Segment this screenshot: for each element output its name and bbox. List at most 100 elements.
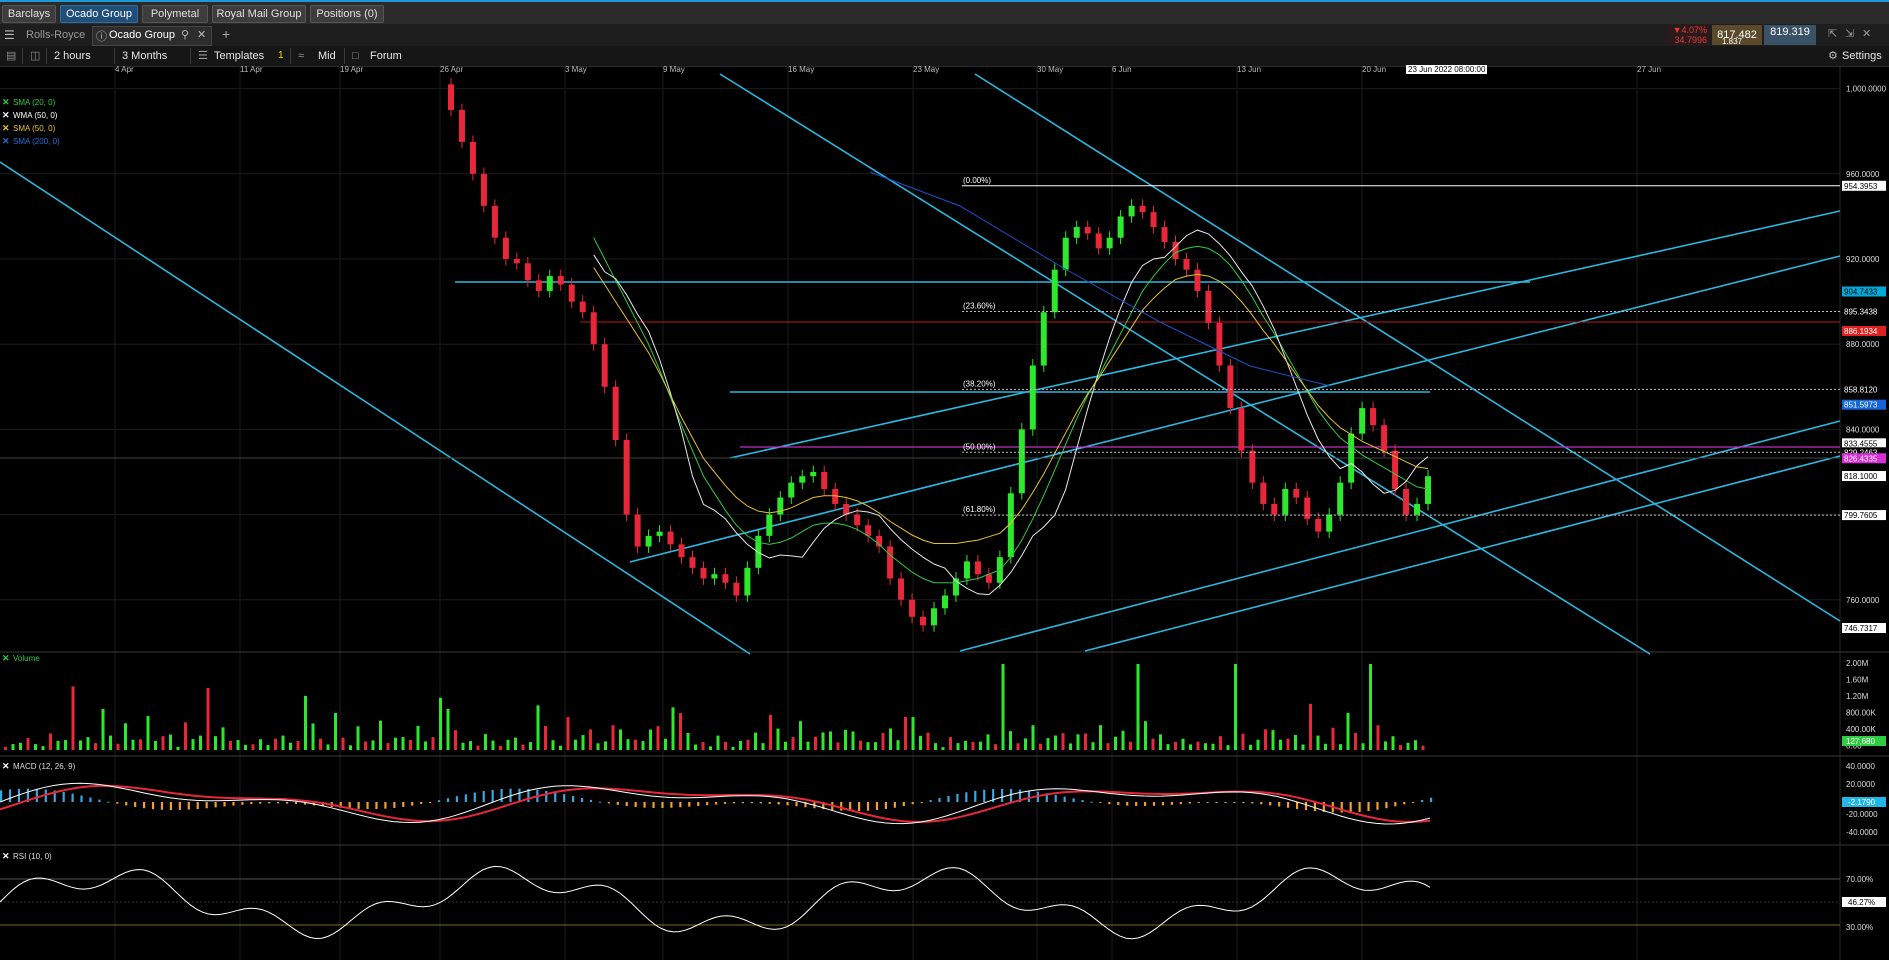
- menu-icon[interactable]: ☰: [4, 28, 15, 42]
- volume-bar: [371, 740, 375, 750]
- volume-bar: [986, 734, 990, 750]
- volume-bar: [1391, 736, 1395, 750]
- candle-body: [909, 599, 916, 617]
- templates-button[interactable]: Templates: [214, 48, 264, 64]
- volume-bar: [424, 741, 427, 750]
- forum-icon[interactable]: □: [352, 48, 359, 64]
- volume-bar: [1264, 729, 1267, 750]
- volume-bar: [1016, 743, 1020, 750]
- settings-button[interactable]: Settings: [1842, 48, 1882, 64]
- close-icon[interactable]: ✕: [2, 653, 10, 664]
- volume-bar: [664, 738, 667, 750]
- search-icon[interactable]: ⚲: [181, 28, 189, 41]
- chart-canvas[interactable]: (0.00%)(23.60%)(38.20%)(50.00%)(61.80%) …: [0, 66, 1889, 960]
- candle-body: [1293, 489, 1300, 498]
- volume-bar: [1196, 741, 1200, 750]
- volume-bar: [791, 737, 795, 750]
- close-icon[interactable]: ✕: [2, 97, 10, 108]
- macd-histogram-bar: [1278, 802, 1281, 807]
- linked-instrument-label[interactable]: Rolls-Royce: [26, 29, 85, 41]
- candle-body: [667, 531, 674, 545]
- candle-body: [1139, 205, 1146, 213]
- instrument-tab-bar: Barclays Ocado Group Polymetal Royal Mai…: [0, 0, 1889, 24]
- macd-histogram-bar: [983, 789, 986, 802]
- window-close-icon[interactable]: ✕: [1862, 27, 1871, 40]
- legend-sma200[interactable]: ✕ SMA (200, 0): [2, 135, 60, 148]
- detach-icon[interactable]: ⇱: [1828, 27, 1837, 40]
- tab-polymetal[interactable]: Polymetal: [142, 5, 208, 23]
- volume-bar: [1189, 744, 1192, 750]
- volume-bar: [1181, 738, 1185, 750]
- tab-positions[interactable]: Positions (0): [310, 5, 384, 23]
- volume-bar: [964, 740, 967, 750]
- close-icon[interactable]: ✕: [2, 110, 10, 121]
- volume-bar: [889, 728, 892, 750]
- macd-histogram-bar: [652, 802, 655, 808]
- price-type-selector[interactable]: Mid: [318, 48, 336, 64]
- tab-ocado-group[interactable]: Ocado Group: [60, 5, 138, 23]
- volume-bar: [799, 721, 802, 750]
- templates-icon[interactable]: ☰: [198, 48, 208, 64]
- volume-bar: [1159, 734, 1162, 750]
- legend-sma20[interactable]: ✕ SMA (20, 0): [2, 96, 60, 109]
- volume-bar: [1294, 735, 1297, 750]
- macd-histogram-bar: [491, 789, 494, 802]
- macd-histogram-bar: [286, 802, 289, 804]
- instrument-selector[interactable]: ⓘ Ocado Group ⚲ ✕: [92, 26, 212, 46]
- candle-body: [491, 205, 498, 238]
- layout-icon[interactable]: ◫: [30, 48, 40, 64]
- volume-bar: [709, 746, 712, 750]
- candle-body: [1205, 290, 1212, 323]
- volume-bar: [949, 737, 952, 750]
- close-icon[interactable]: ✕: [2, 136, 10, 147]
- buy-price-box[interactable]: 819.319: [1764, 25, 1816, 45]
- info-icon[interactable]: ⓘ: [96, 28, 107, 44]
- macd-histogram-bar: [1304, 802, 1308, 811]
- volume-bar: [544, 726, 547, 750]
- range-selector[interactable]: 3 Months: [122, 48, 167, 64]
- macd-histogram-bar: [1412, 802, 1415, 803]
- price-tick-label: 1,000.0000: [1846, 85, 1887, 94]
- legend-wma50[interactable]: ✕ WMA (50, 0): [2, 109, 60, 122]
- change-absolute: 34.7996: [1674, 35, 1707, 45]
- volume-bar: [1031, 725, 1035, 750]
- sma200-line: [869, 171, 1331, 387]
- macd-histogram-bar: [956, 793, 959, 802]
- minimize-icon[interactable]: ⇲: [1845, 27, 1854, 40]
- candle-body: [612, 386, 619, 441]
- volume-bar: [499, 745, 502, 750]
- volume-bar: [776, 728, 780, 750]
- macd-histogram-bar: [607, 802, 610, 804]
- macd-histogram-bar: [1242, 802, 1245, 803]
- volume-bar: [214, 736, 217, 750]
- candle-body: [1073, 227, 1080, 238]
- add-tab-button[interactable]: +: [222, 26, 230, 42]
- trendline: [1084, 455, 1841, 652]
- macd-histogram-bar: [89, 797, 92, 802]
- volume-bar: [4, 746, 7, 750]
- macd-histogram-bar: [420, 802, 423, 804]
- macd-histogram-bar: [616, 802, 619, 805]
- close-icon[interactable]: ✕: [2, 123, 10, 134]
- legend-sma50[interactable]: ✕ SMA (50, 0): [2, 122, 60, 135]
- interval-selector[interactable]: 2 hours: [54, 48, 91, 64]
- price-type-icon[interactable]: ≈: [298, 48, 304, 64]
- drawing-tools-icon[interactable]: ▤: [6, 48, 16, 64]
- macd-histogram-bar: [366, 802, 369, 810]
- trendline: [0, 161, 751, 655]
- price-tick-label: 840.0000: [1846, 425, 1880, 434]
- candle-body: [799, 476, 806, 483]
- volume-bar: [379, 720, 382, 750]
- forum-button[interactable]: Forum: [370, 48, 402, 64]
- volume-bar: [416, 725, 420, 750]
- gear-icon[interactable]: ⚙: [1828, 48, 1838, 64]
- close-icon[interactable]: ✕: [2, 761, 10, 772]
- close-icon[interactable]: ✕: [197, 28, 206, 41]
- tab-barclays[interactable]: Barclays: [2, 5, 56, 23]
- volume-bar: [1144, 721, 1147, 750]
- tab-royal-mail-group[interactable]: Royal Mail Group: [212, 5, 306, 23]
- close-icon[interactable]: ✕: [2, 851, 10, 862]
- volume-bar: [769, 714, 772, 750]
- volume-bar: [1316, 735, 1320, 750]
- macd-histogram-bar: [125, 802, 128, 806]
